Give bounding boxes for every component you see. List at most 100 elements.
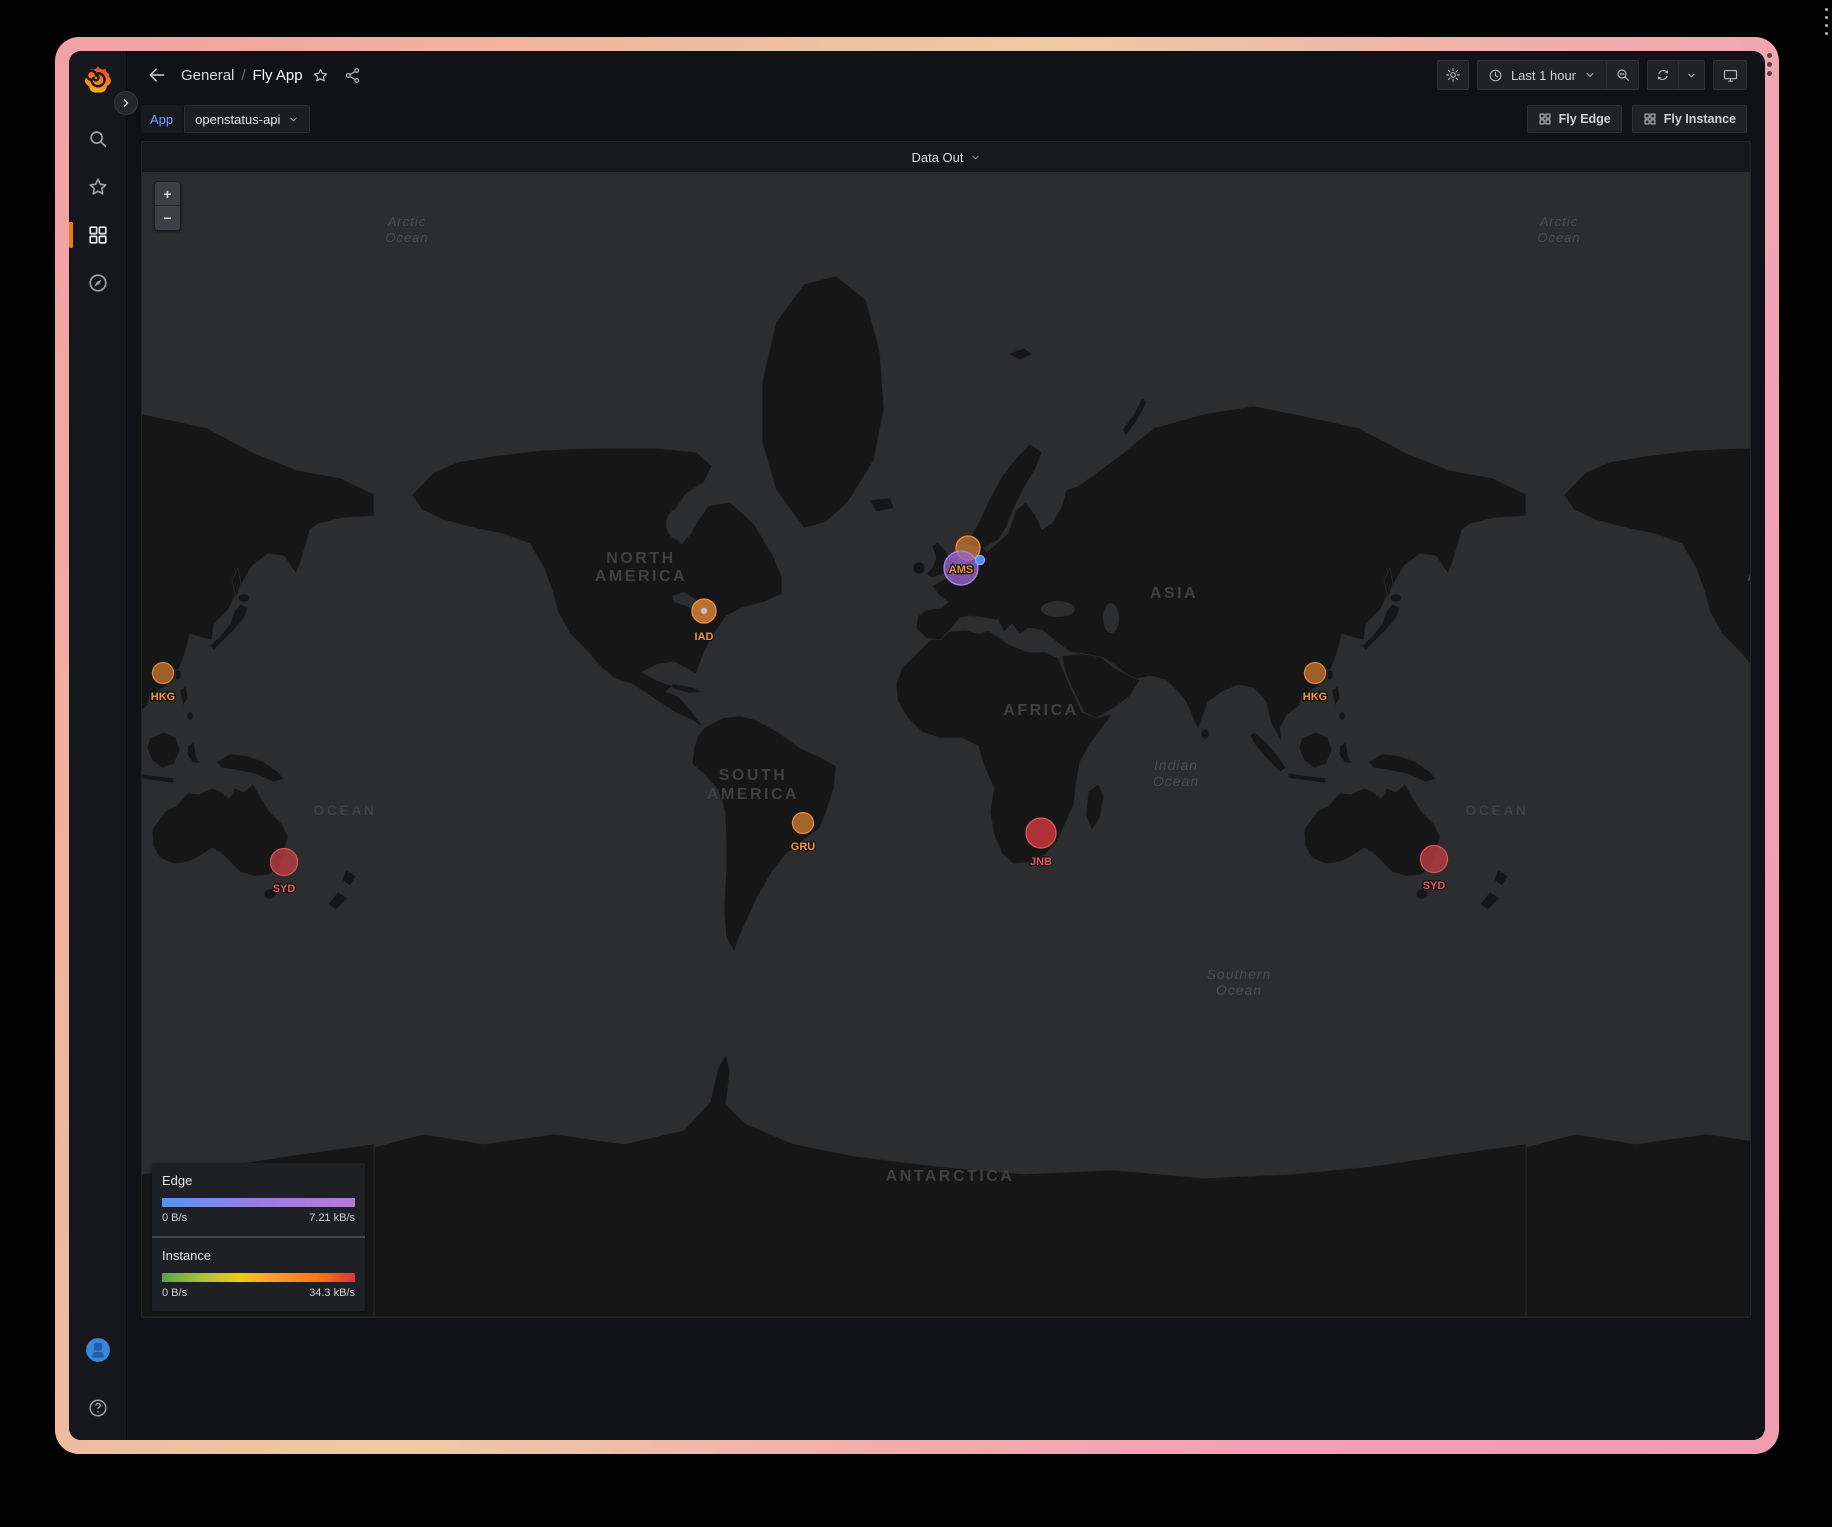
gear-icon: [1445, 67, 1461, 83]
label-africa: AFRICA: [1003, 702, 1078, 719]
share-dashboard-button[interactable]: [339, 61, 367, 89]
fly-instance-label: Fly Instance: [1664, 112, 1736, 126]
map-zoom-in-button[interactable]: +: [155, 182, 180, 206]
map-marker-hkg-west[interactable]: [153, 663, 174, 684]
chevron-down-icon: [288, 114, 299, 125]
dashboard-settings-button[interactable]: [1437, 60, 1469, 90]
map-marker-label-syd-east: SYD: [1423, 880, 1446, 892]
label-north-america-1: NORTH: [606, 550, 675, 567]
avatar: [85, 1337, 111, 1363]
time-range-button[interactable]: Last 1 hour: [1477, 60, 1607, 90]
panel-header[interactable]: Data Out: [142, 142, 1750, 172]
map-marker-label-hkg-west: HKG: [151, 691, 175, 703]
map-marker-syd-west[interactable]: [271, 849, 298, 876]
refresh-icon: [1655, 67, 1671, 83]
sidebar-expand-button[interactable]: [114, 91, 138, 115]
fly-edge-link[interactable]: Fly Edge: [1527, 105, 1622, 133]
legend-edge-min: 0 B/s: [162, 1212, 187, 1224]
edge-gradient: [162, 1198, 355, 1207]
fly-instance-link[interactable]: Fly Instance: [1632, 105, 1747, 133]
star-icon: [87, 176, 109, 198]
sidebar: [69, 51, 127, 1440]
dashboard-links: Fly Edge Fly Instance: [1527, 105, 1747, 133]
screen-edge-dots: [1825, 8, 1828, 35]
header-toolbar: Last 1 hour: [1437, 60, 1747, 90]
window-frame: General / Fly App: [55, 37, 1779, 1454]
map-marker-dot-iad: [701, 608, 707, 614]
sidebar-item-help[interactable]: [78, 1388, 118, 1428]
chevron-down-icon: [970, 152, 981, 163]
map-marker-gru[interactable]: [793, 813, 814, 834]
variable-select[interactable]: openstatus-api: [184, 105, 310, 133]
map-marker-jnb[interactable]: [1026, 818, 1056, 848]
label-south-america-1: SOUTH: [719, 767, 788, 784]
tv-mode-button[interactable]: [1713, 60, 1747, 90]
legend-instance-title: Instance: [162, 1248, 355, 1263]
refresh-button[interactable]: [1647, 60, 1679, 90]
map-marker-ams-edge-min[interactable]: [976, 556, 985, 565]
help-icon: [87, 1397, 109, 1419]
breadcrumb: General / Fly App: [181, 67, 303, 84]
legend-edge-max: 7.21 kB/s: [309, 1212, 355, 1224]
dashboard-header: General / Fly App: [127, 51, 1765, 99]
breadcrumb-section[interactable]: General: [181, 67, 234, 84]
map-marker-hkg-east[interactable]: [1305, 663, 1326, 684]
dashboard-submenu: App openstatus-api Fly Edge Fly Instance: [127, 99, 1765, 139]
search-icon: [87, 128, 109, 150]
label-arctic-ocean-1: Arctic: [387, 214, 427, 229]
legend-instance-min: 0 B/s: [162, 1287, 187, 1299]
star-dashboard-button[interactable]: [307, 61, 335, 89]
refresh-interval-button[interactable]: [1679, 60, 1705, 90]
map-marker-label-gru: GRU: [791, 841, 816, 853]
chevron-down-icon: [1584, 69, 1596, 81]
map-legend: Edge 0 B/s 7.21 kB/s Instance: [152, 1163, 365, 1311]
back-button[interactable]: [141, 59, 173, 91]
map-zoom-out-button[interactable]: −: [155, 206, 180, 230]
clock-icon: [1488, 68, 1503, 83]
sidebar-item-dashboards[interactable]: [78, 215, 118, 255]
variable-value: openstatus-api: [195, 112, 280, 127]
sidebar-item-explore[interactable]: [78, 263, 118, 303]
compass-icon: [87, 272, 109, 294]
frame-handle-dots: [1767, 53, 1772, 76]
label-south-america-2: AMERICA: [707, 786, 799, 803]
map-marker-label-iad: IAD: [695, 631, 714, 643]
instance-gradient: [162, 1273, 355, 1282]
label-southern-ocean-1: Southern: [1207, 966, 1272, 982]
map-zoom-controls: + −: [154, 181, 181, 231]
legend-edge-title: Edge: [162, 1173, 355, 1188]
time-zoom-out-button[interactable]: [1607, 60, 1639, 90]
geomap-panel: Data Out: [141, 141, 1751, 1318]
page-title: Fly App: [253, 67, 303, 84]
sidebar-item-starred[interactable]: [78, 167, 118, 207]
map-marker-label-ams-edge: AMS: [949, 564, 973, 576]
grid-icon: [1643, 112, 1657, 126]
map-marker-label-hkg-east: HKG: [1303, 691, 1327, 703]
monitor-icon: [1722, 67, 1739, 84]
map-marker-syd-east[interactable]: [1421, 846, 1448, 873]
label-southern-ocean-2: Ocean: [1216, 982, 1262, 998]
grafana-logo-icon[interactable]: [83, 65, 113, 95]
legend-instance: Instance 0 B/s 34.3 kB/s: [152, 1238, 365, 1311]
panel-title: Data Out: [911, 150, 963, 165]
refresh-group: [1647, 60, 1705, 90]
map-canvas: Arctic Ocean NORTH AMERICA ASIA AFRICA S…: [142, 172, 1750, 1317]
variable-label[interactable]: App: [141, 105, 182, 133]
fly-edge-label: Fly Edge: [1559, 112, 1611, 126]
time-range-label: Last 1 hour: [1511, 68, 1576, 83]
map-marker-label-jnb: JNB: [1030, 856, 1052, 868]
sidebar-item-profile[interactable]: [78, 1330, 118, 1370]
main-area: General / Fly App: [127, 51, 1765, 1440]
zoom-out-icon: [1615, 67, 1631, 83]
label-antarctica: ANTARCTICA: [886, 1168, 1015, 1185]
legend-instance-max: 34.3 kB/s: [309, 1287, 355, 1299]
sidebar-item-search[interactable]: [78, 119, 118, 159]
label-indian-ocean-1: Indian: [1154, 757, 1198, 773]
time-picker-group: Last 1 hour: [1477, 60, 1639, 90]
chevron-down-icon: [1686, 70, 1697, 81]
grafana-window: General / Fly App: [69, 51, 1765, 1440]
world-map[interactable]: Arctic Ocean NORTH AMERICA ASIA AFRICA S…: [142, 172, 1750, 1317]
legend-edge: Edge 0 B/s 7.21 kB/s: [152, 1163, 365, 1236]
breadcrumb-separator: /: [241, 67, 245, 84]
label-pacific-ocean: OCEAN: [1465, 802, 1528, 818]
